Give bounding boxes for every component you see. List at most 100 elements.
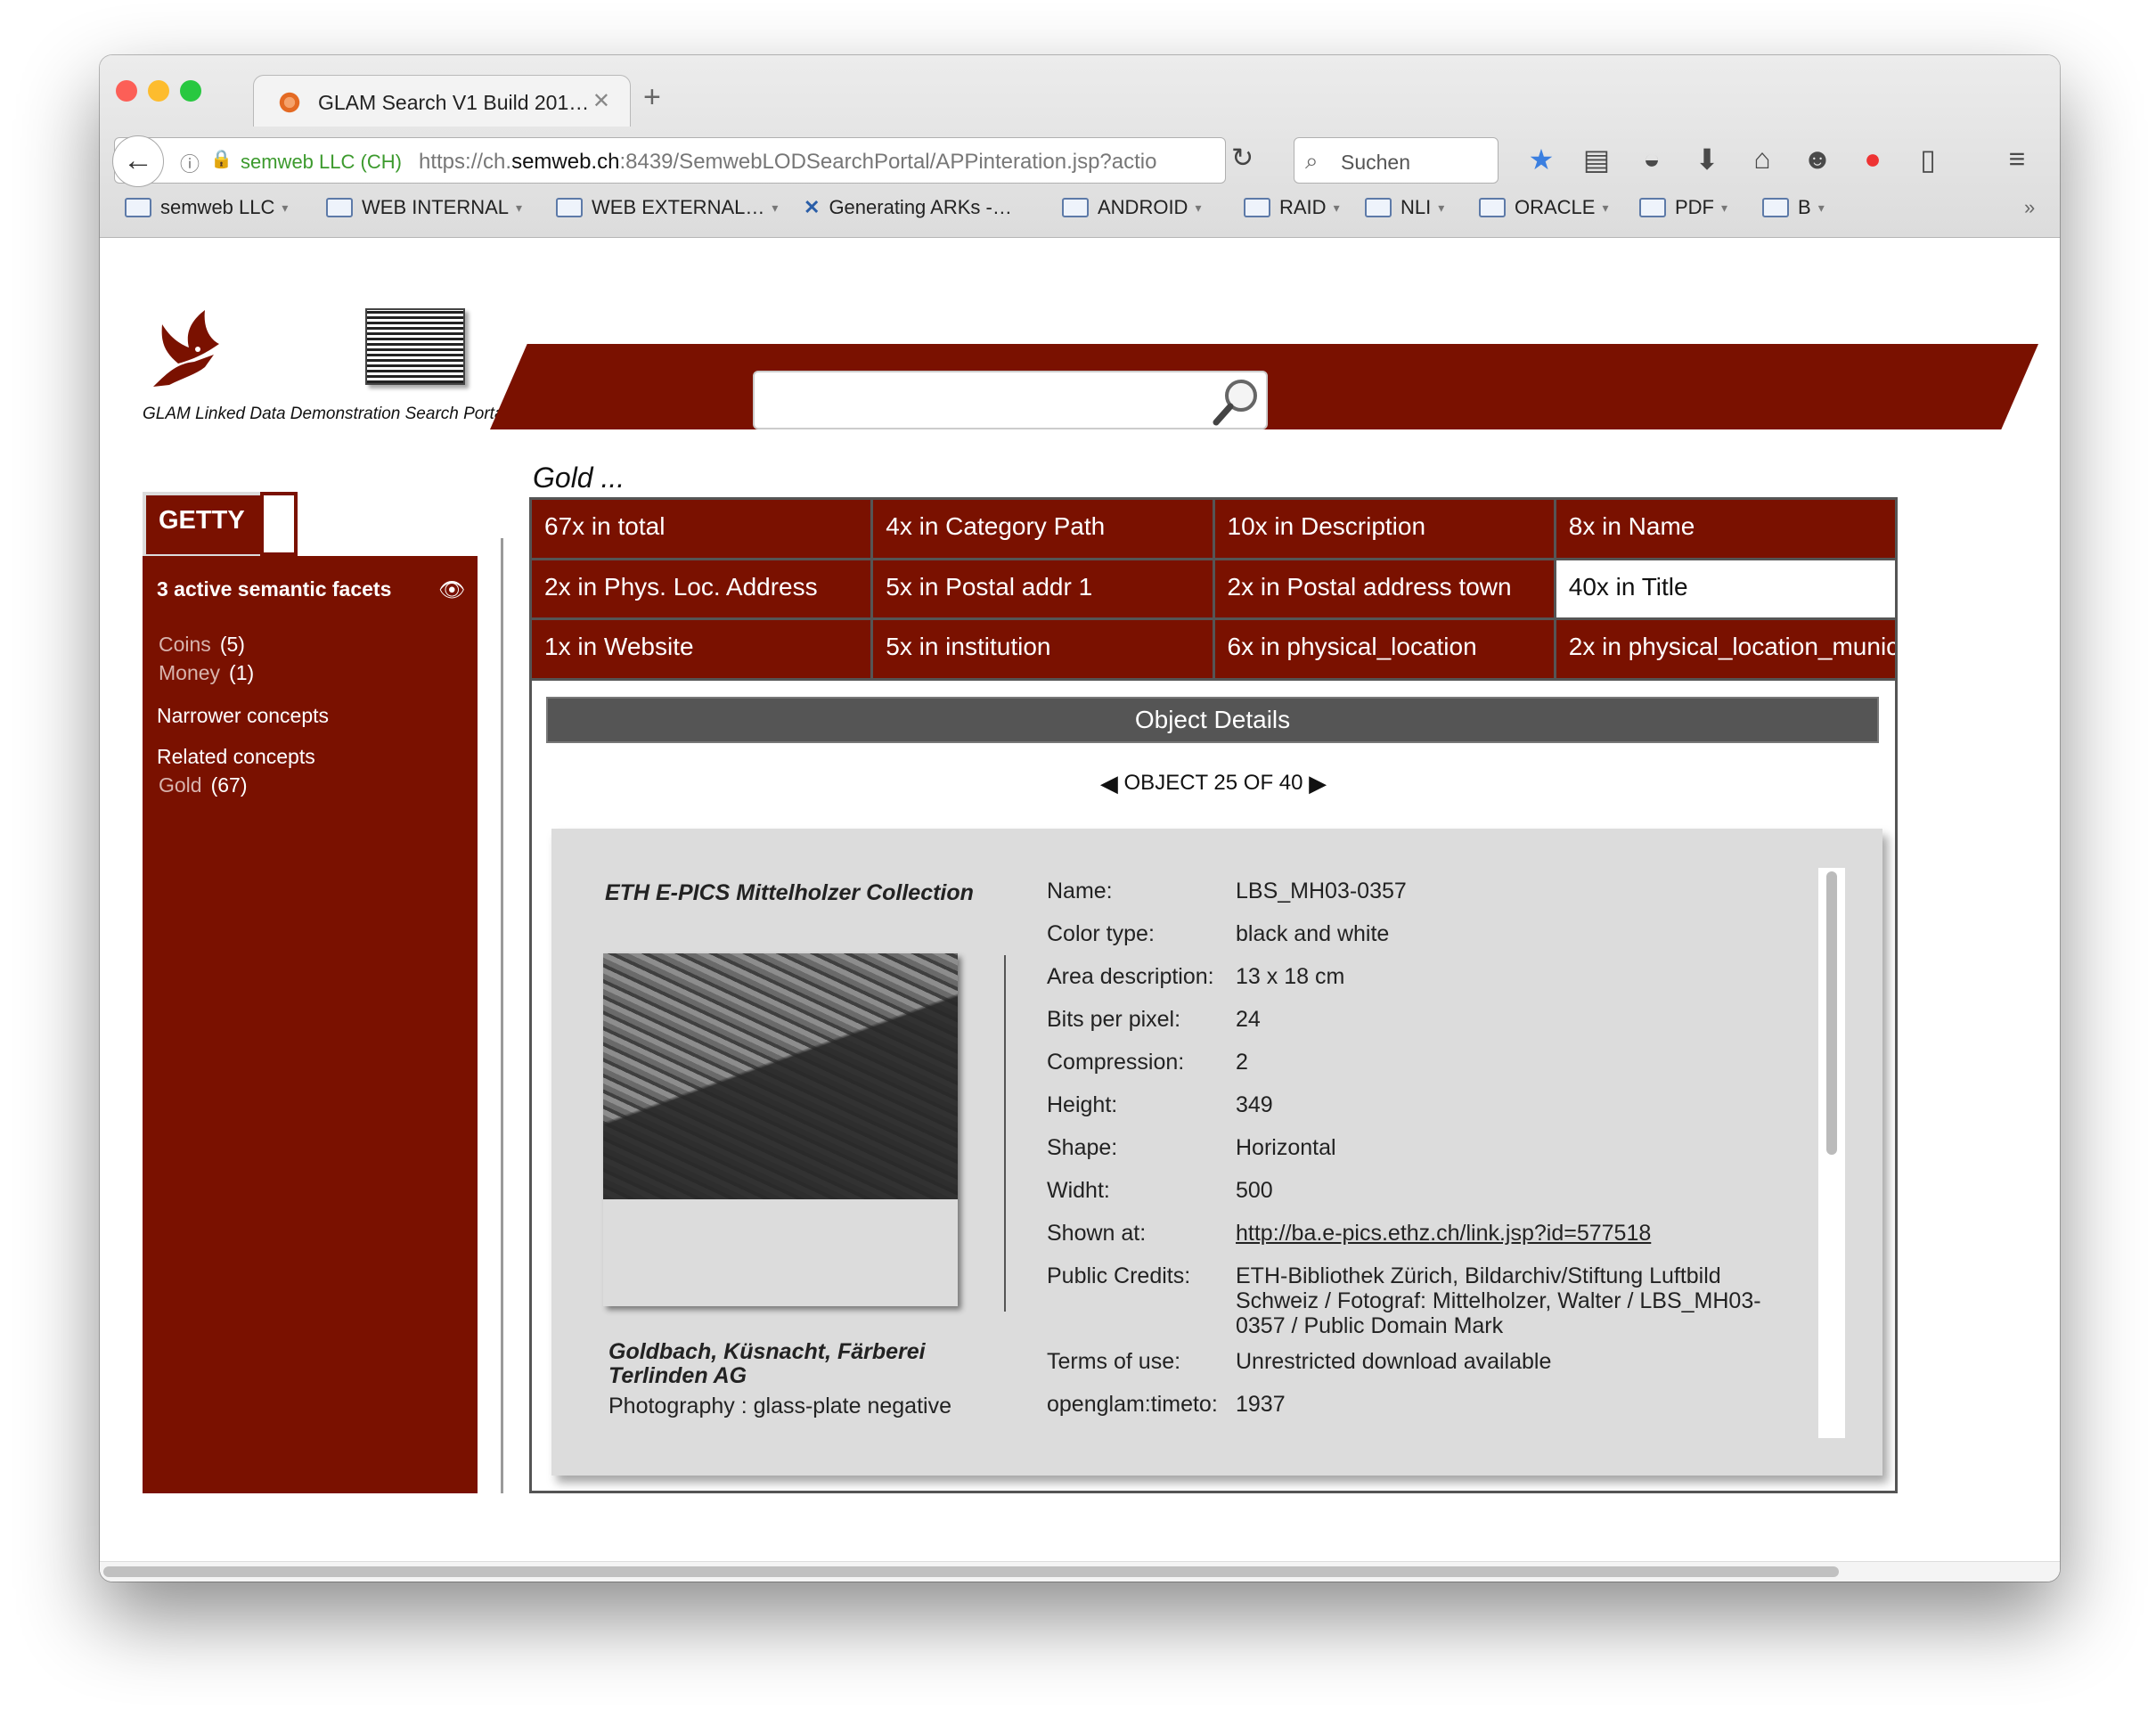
next-object-icon[interactable]: ▶ [1309, 770, 1327, 797]
shown-at-link[interactable]: http://ba.e-pics.ethz.ch/link.jsp?id=577… [1236, 1221, 1770, 1246]
folder-icon [326, 198, 353, 217]
hit-postal-address-town[interactable]: 2x in Postal address town [1214, 560, 1554, 618]
menu-icon[interactable]: ≡ [1999, 143, 2035, 176]
bookmark-item-10[interactable]: B ▾ [1762, 196, 1825, 219]
bookmark-item-6[interactable]: RAID ▾ [1244, 196, 1340, 219]
field-key: Height: [1047, 1092, 1118, 1117]
folder-icon [556, 198, 583, 217]
field-key: Terms of use: [1047, 1349, 1181, 1374]
color-extension-icon[interactable]: ● [1855, 143, 1891, 176]
browser-search-input[interactable]: ⌕ Suchen [1294, 137, 1499, 184]
hit-description[interactable]: 10x in Description [1214, 500, 1554, 558]
bookmark-item-2[interactable]: WEB INTERNAL ▾ [326, 196, 522, 219]
site-identity[interactable]: semweb LLC (CH) [241, 151, 402, 174]
field-value: 13 x 18 cm [1236, 964, 1345, 989]
related-concepts-label: Related concepts [157, 745, 315, 768]
field-row: Name: LBS_MH03-0357 [1047, 879, 1777, 921]
back-button[interactable]: ← [112, 135, 164, 187]
field-value: 349 [1236, 1092, 1273, 1117]
tab-getty[interactable]: GETTY [143, 492, 260, 558]
zoom-window-icon[interactable] [180, 80, 201, 102]
scrollbar-thumb[interactable] [1826, 871, 1837, 1155]
horizontal-scrollbar-thumb[interactable] [103, 1566, 1839, 1577]
close-window-icon[interactable] [116, 80, 137, 102]
horizontal-scrollbar[interactable] [100, 1561, 2060, 1582]
field-value: 2 [1236, 1050, 1248, 1075]
site-favicon-icon [277, 90, 302, 115]
hit-total[interactable]: 67x in total [532, 500, 871, 558]
tab-empty[interactable] [260, 492, 298, 556]
field-value: Unrestricted download available [1236, 1349, 1552, 1374]
bookmark-item-9[interactable]: PDF ▾ [1639, 196, 1727, 219]
hit-postal-addr-1[interactable]: 5x in Postal addr 1 [873, 560, 1213, 618]
bookmarks-overflow-icon[interactable]: » [2024, 196, 2035, 219]
home-icon[interactable]: ⌂ [1744, 143, 1780, 176]
hit-title[interactable]: 40x in Title [1556, 560, 1895, 618]
details-scrollbar[interactable] [1818, 868, 1845, 1438]
field-row: Terms of use: Unrestricted download avail… [1047, 1349, 1777, 1392]
bookmark-item-4[interactable]: ✕ Generating ARKs -… [804, 196, 1012, 219]
minimize-window-icon[interactable] [148, 80, 169, 102]
bookmark-item-5[interactable]: ANDROID ▾ [1062, 196, 1201, 219]
bookmark-item-8[interactable]: ORACLE ▾ [1479, 196, 1609, 219]
chat-icon[interactable]: ☻ [1800, 143, 1835, 176]
field-key: Name: [1047, 879, 1113, 903]
url-prefix: https://ch. [419, 150, 512, 174]
field-row: Height: 349 [1047, 1092, 1777, 1135]
metadata-fields: Name: LBS_MH03-0357 Color type: black and … [1047, 879, 1777, 1435]
browser-chrome: GLAM Search V1 Build 201… ✕ + ← ⓘ 🔒 semw… [100, 55, 2060, 238]
field-key: Color type: [1047, 921, 1155, 946]
field-row: Compression: 2 [1047, 1050, 1777, 1092]
object-thumbnail[interactable] [603, 953, 958, 1306]
new-tab-icon[interactable]: + [643, 80, 661, 115]
hit-website[interactable]: 1x in Website [532, 620, 871, 678]
hit-category-path[interactable]: 4x in Category Path [873, 500, 1213, 558]
hit-phys-loc-address[interactable]: 2x in Phys. Loc. Address [532, 560, 871, 618]
bookmark-item-1[interactable]: semweb LLC ▾ [125, 196, 288, 219]
object-navigator: ◀ OBJECT 25 OF 40 ▶ [532, 770, 1895, 797]
query-label: Gold ... [533, 462, 625, 494]
related-item-gold[interactable]: Gold (67) [159, 773, 248, 797]
object-details-header: Object Details [546, 697, 1879, 743]
divider [501, 538, 503, 1493]
lock-icon: 🔒 [210, 150, 233, 169]
reading-list-icon[interactable]: ▤ [1579, 143, 1614, 176]
bookmark-star-icon[interactable]: ★ [1523, 143, 1559, 176]
facet-item-money[interactable]: Money (1) [159, 661, 254, 685]
field-key: Compression: [1047, 1050, 1185, 1075]
clipboard-icon[interactable]: ▯ [1910, 143, 1946, 176]
bookmark-item-3[interactable]: WEB EXTERNAL… ▾ [556, 196, 778, 219]
info-icon[interactable]: ⓘ [180, 149, 200, 177]
folder-icon [125, 198, 151, 217]
field-key: Public Credits: [1047, 1263, 1191, 1288]
previous-object-icon[interactable]: ◀ [1100, 770, 1118, 797]
magnifier-icon[interactable] [1211, 376, 1262, 428]
field-value: LBS_MH03-0357 [1236, 879, 1407, 903]
hit-institution[interactable]: 5x in institution [873, 620, 1213, 678]
close-tab-icon[interactable]: ✕ [592, 88, 610, 114]
field-row: Widht: 500 [1047, 1178, 1777, 1221]
facet-item-coins[interactable]: Coins (5) [159, 633, 245, 657]
object-counter: OBJECT 25 OF 40 [1123, 771, 1303, 795]
object-details-panel: Object Details ◀ OBJECT 25 OF 40 ▶ ETH E… [529, 681, 1898, 1493]
aerial-photo-image[interactable] [603, 953, 958, 1199]
eye-icon[interactable]: 👁 [438, 577, 465, 603]
field-row: Public Credits: ETH-Bibliothek Zürich, Bi… [1047, 1263, 1777, 1349]
field-key: Widht: [1047, 1178, 1110, 1203]
hit-name[interactable]: 8x in Name [1556, 500, 1895, 558]
hit-physical-location-munic[interactable]: 2x in physical_location_munic [1556, 620, 1895, 678]
portal-search-input[interactable] [753, 371, 1268, 429]
url-text[interactable]: https://ch.semweb.ch:8439/SemwebLODSearc… [419, 150, 1176, 175]
download-icon[interactable]: ⬇ [1689, 143, 1725, 176]
reload-icon[interactable]: ↻ [1231, 143, 1254, 174]
hit-physical-location[interactable]: 6x in physical_location [1214, 620, 1554, 678]
word-cloud-image [365, 308, 465, 385]
bookmark-item-7[interactable]: NLI ▾ [1365, 196, 1444, 219]
object-card: ETH E-PICS Mittelholzer Collection Goldb… [551, 829, 1882, 1476]
field-row: openglam:timeto: 1937 [1047, 1392, 1777, 1435]
browser-tab[interactable]: GLAM Search V1 Build 201… ✕ [253, 75, 631, 127]
folder-icon [1639, 198, 1666, 217]
portal-tagline: GLAM Linked Data Demonstration Search Po… [143, 405, 508, 423]
card-divider [1004, 955, 1006, 1312]
pocket-icon[interactable]: ◒ [1634, 143, 1670, 176]
